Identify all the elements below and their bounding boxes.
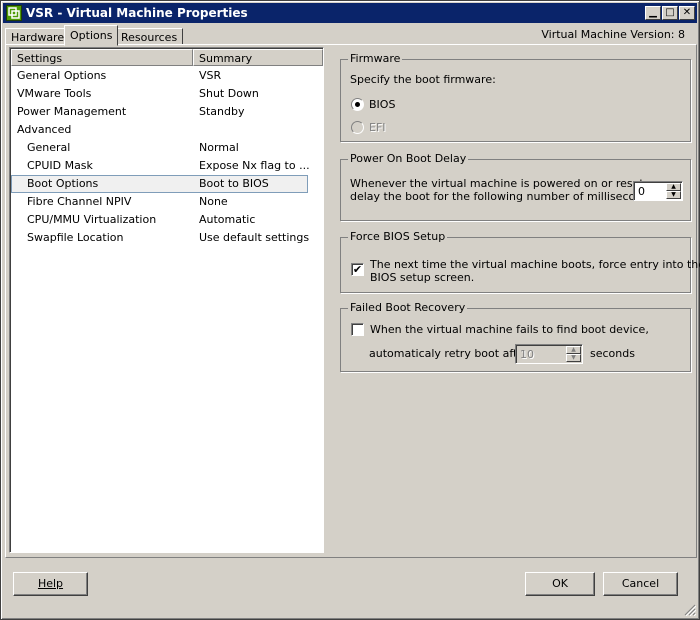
firmware-prompt: Specify the boot firmware: bbox=[350, 73, 496, 86]
force-bios-checkbox[interactable]: ✔ bbox=[351, 263, 364, 276]
settings-list[interactable]: Settings Summary General Options VSR VMw… bbox=[9, 47, 324, 553]
setting-name: VMware Tools bbox=[17, 87, 92, 100]
force-bios-text-line1[interactable]: The next time the virtual machine boots,… bbox=[370, 258, 700, 271]
settings-column-header[interactable]: Settings bbox=[11, 49, 193, 66]
ok-button-label: OK bbox=[552, 577, 568, 590]
retry-delay-value: 10 bbox=[520, 348, 534, 361]
setting-summary: VSR bbox=[199, 69, 222, 82]
list-header: Settings Summary bbox=[11, 49, 323, 66]
setting-summary: Expose Nx flag to ... bbox=[199, 159, 310, 172]
resize-grip-icon[interactable] bbox=[684, 604, 696, 616]
firmware-group-title: Firmware bbox=[348, 52, 403, 65]
cancel-button-label: Cancel bbox=[621, 577, 660, 590]
help-button[interactable]: Help bbox=[13, 572, 88, 596]
efi-radio bbox=[351, 121, 364, 134]
boot-delay-text-line2: delay the boot for the following number … bbox=[350, 190, 659, 203]
retry-delay-spinner: 10 ▲ ▼ bbox=[515, 344, 583, 364]
ok-button[interactable]: OK bbox=[525, 572, 595, 596]
vm-version-label: Virtual Machine Version: 8 bbox=[541, 28, 685, 41]
spin-up-button[interactable]: ▲ bbox=[666, 183, 681, 191]
arrow-down-icon: ▼ bbox=[571, 354, 576, 361]
failed-boot-text-line2: automaticaly retry boot after bbox=[369, 347, 529, 360]
setting-summary: None bbox=[199, 195, 228, 208]
setting-row-cpuid-mask[interactable]: CPUID Mask Expose Nx flag to ... bbox=[11, 157, 310, 175]
close-icon: ✕ bbox=[682, 7, 692, 18]
setting-name: Boot Options bbox=[27, 177, 99, 190]
summary-column-header[interactable]: Summary bbox=[193, 49, 323, 66]
setting-name: Power Management bbox=[17, 105, 127, 118]
failed-boot-group-title: Failed Boot Recovery bbox=[348, 301, 468, 314]
efi-label: EFI bbox=[369, 121, 386, 134]
spin-up-button: ▲ bbox=[566, 346, 581, 354]
boot-delay-group: Power On Boot Delay Whenever the virtual… bbox=[340, 152, 691, 221]
tab-options[interactable]: Options bbox=[64, 25, 119, 46]
bios-radio[interactable] bbox=[351, 98, 364, 111]
setting-name: Fibre Channel NPIV bbox=[27, 195, 132, 208]
properties-window: VSR - Virtual Machine Properties ▁ □ ✕ H… bbox=[0, 0, 700, 620]
setting-row-advanced[interactable]: Advanced bbox=[11, 121, 308, 139]
minimize-button[interactable]: ▁ bbox=[645, 6, 661, 20]
maximize-button[interactable]: □ bbox=[662, 6, 678, 20]
vm-app-icon bbox=[6, 5, 22, 21]
arrow-down-icon: ▼ bbox=[671, 191, 676, 198]
cancel-button[interactable]: Cancel bbox=[603, 572, 678, 596]
maximize-icon: □ bbox=[665, 7, 675, 18]
firmware-group: Firmware Specify the boot firmware: BIOS… bbox=[340, 52, 691, 142]
force-bios-text-line2[interactable]: BIOS setup screen. bbox=[370, 271, 474, 284]
tab-resources[interactable]: Resources bbox=[115, 28, 184, 45]
minimize-icon: ▁ bbox=[649, 7, 657, 18]
arrow-up-icon: ▲ bbox=[571, 346, 576, 353]
setting-name: General bbox=[27, 141, 71, 154]
setting-row-swapfile-location[interactable]: Swapfile Location Use default settings bbox=[11, 229, 310, 247]
checkmark-icon: ✔ bbox=[352, 263, 363, 276]
tab-hardware[interactable]: Hardware bbox=[5, 28, 71, 45]
title-bar[interactable]: VSR - Virtual Machine Properties ▁ □ ✕ bbox=[3, 3, 697, 23]
setting-summary: Boot to BIOS bbox=[199, 177, 269, 190]
spin-down-button: ▼ bbox=[566, 354, 581, 362]
setting-summary: Normal bbox=[199, 141, 239, 154]
setting-row-general[interactable]: General Normal bbox=[11, 139, 308, 157]
boot-delay-spinner[interactable]: 0 ▲ ▼ bbox=[633, 181, 683, 201]
spin-down-button[interactable]: ▼ bbox=[666, 191, 681, 199]
force-bios-group-title: Force BIOS Setup bbox=[348, 230, 448, 243]
retry-unit-label: seconds bbox=[590, 347, 635, 360]
boot-delay-value[interactable]: 0 bbox=[638, 185, 645, 198]
failed-boot-checkbox[interactable] bbox=[351, 323, 364, 336]
setting-name: Swapfile Location bbox=[27, 231, 124, 244]
spinner-arrows: ▲ ▼ bbox=[666, 183, 681, 199]
setting-row-vmware-tools[interactable]: VMware Tools Shut Down bbox=[11, 85, 308, 103]
setting-row-power-management[interactable]: Power Management Standby bbox=[11, 103, 308, 121]
setting-row-fibre-channel-npiv[interactable]: Fibre Channel NPIV None bbox=[11, 193, 308, 211]
radio-selected-dot bbox=[355, 102, 360, 107]
close-button[interactable]: ✕ bbox=[679, 6, 695, 20]
failed-boot-text-line1[interactable]: When the virtual machine fails to find b… bbox=[370, 323, 649, 336]
bios-label[interactable]: BIOS bbox=[369, 98, 395, 111]
boot-delay-group-title: Power On Boot Delay bbox=[348, 152, 469, 165]
window-title: VSR - Virtual Machine Properties bbox=[26, 6, 248, 20]
setting-name: CPUID Mask bbox=[27, 159, 93, 172]
setting-summary: Automatic bbox=[199, 213, 256, 226]
spinner-arrows: ▲ ▼ bbox=[566, 346, 581, 362]
setting-name: CPU/MMU Virtualization bbox=[27, 213, 157, 226]
setting-name: Advanced bbox=[17, 123, 72, 136]
setting-summary: Shut Down bbox=[199, 87, 259, 100]
help-button-label: Help bbox=[37, 577, 64, 590]
force-bios-group: Force BIOS Setup ✔ The next time the vir… bbox=[340, 230, 700, 293]
setting-name: General Options bbox=[17, 69, 107, 82]
boot-delay-text-line1: Whenever the virtual machine is powered … bbox=[350, 177, 648, 190]
setting-summary: Standby bbox=[199, 105, 245, 118]
setting-row-cpu-mmu-virtualization[interactable]: CPU/MMU Virtualization Automatic bbox=[11, 211, 308, 229]
arrow-up-icon: ▲ bbox=[671, 183, 676, 190]
failed-boot-group: Failed Boot Recovery When the virtual ma… bbox=[340, 301, 691, 372]
setting-row-general-options[interactable]: General Options VSR bbox=[11, 67, 308, 85]
setting-row-boot-options[interactable]: Boot Options Boot to BIOS bbox=[11, 175, 308, 193]
setting-summary: Use default settings bbox=[199, 231, 310, 244]
